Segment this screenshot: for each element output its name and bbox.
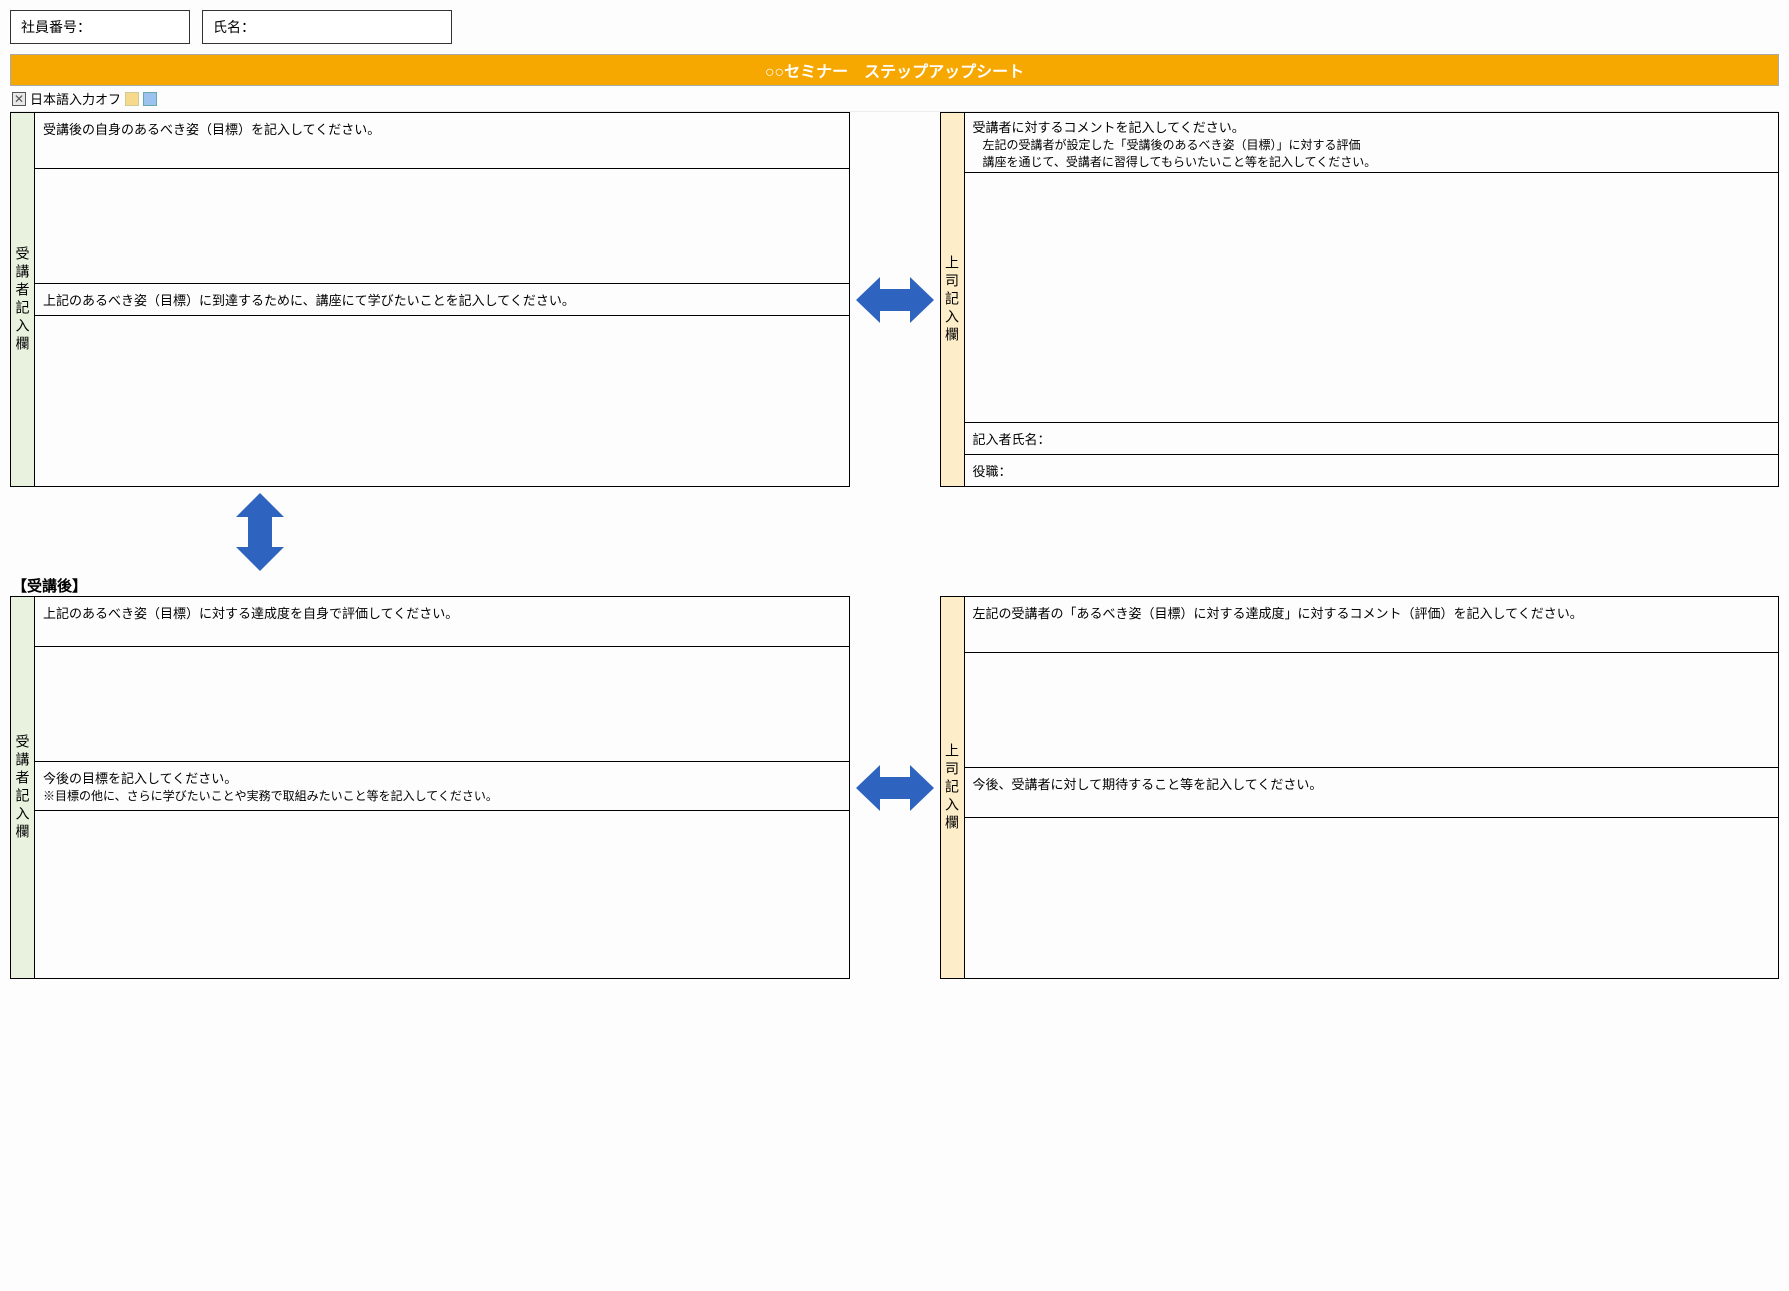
post-right-q1: 左記の受講者の「あるべき姿（目標）に対する達成度」に対するコメント（評価）を記入… xyxy=(965,597,1779,653)
pre-right-sub2: 講座を通じて、受講者に習得してもらいたいこと等を記入してください。 xyxy=(973,153,1771,170)
pre-left-a2[interactable] xyxy=(35,316,849,476)
post-right-a1[interactable] xyxy=(965,653,1779,768)
pre-left-panel: 受講者記入欄 受講後の自身のあるべき姿（目標）を記入してください。 上記のあるべ… xyxy=(10,112,850,487)
pre-left-a1[interactable] xyxy=(35,169,849,284)
double-arrow-h-icon xyxy=(856,265,934,335)
arrow-horizontal-1 xyxy=(850,112,940,487)
pre-left-q2: 上記のあるべき姿（目標）に到達するために、講座にて学びたいことを記入してください… xyxy=(35,284,849,316)
pre-right-panel: 上司記入欄 受講者に対するコメントを記入してください。 左記の受講者が設定した「… xyxy=(940,112,1780,487)
header-fields: 社員番号： 氏名： xyxy=(10,10,1779,44)
post-left-q2-sub: ※目標の他に、さらに学びたいことや実務で取組みたいこと等を記入してください。 xyxy=(43,787,841,804)
sheet-title: ○○セミナー ステップアップシート xyxy=(10,54,1779,86)
post-right-q2: 今後、受講者に対して期待すること等を記入してください。 xyxy=(965,768,1779,818)
name-box[interactable]: 氏名： xyxy=(202,10,452,44)
pre-right-header: 受講者に対するコメントを記入してください。 左記の受講者が設定した「受講後のある… xyxy=(965,113,1779,173)
arrow-horizontal-2 xyxy=(850,596,940,979)
pre-right-signer-role[interactable]: 役職： xyxy=(965,455,1779,486)
post-left-q1: 上記のあるべき姿（目標）に対する達成度を自身で評価してください。 xyxy=(35,597,849,647)
pre-right-header-main: 受講者に対するコメントを記入してください。 xyxy=(973,117,1771,136)
section-after-label: 【受講後】 xyxy=(10,575,1779,596)
note-icon xyxy=(125,92,139,106)
pre-left-label: 受講者記入欄 xyxy=(11,113,35,486)
block-post-course: 受講者記入欄 上記のあるべき姿（目標）に対する達成度を自身で評価してください。 … xyxy=(10,596,1779,979)
list-icon xyxy=(143,92,157,106)
post-left-label: 受講者記入欄 xyxy=(11,597,35,978)
ime-checkbox-icon: ✕ xyxy=(12,92,26,106)
pre-right-signer-name[interactable]: 記入者氏名： xyxy=(965,423,1779,455)
mid-spacer xyxy=(10,493,1779,571)
pre-left-q1: 受講後の自身のあるべき姿（目標）を記入してください。 xyxy=(35,113,849,169)
post-right-panel: 上司記入欄 左記の受講者の「あるべき姿（目標）に対する達成度」に対するコメント（… xyxy=(940,596,1780,979)
double-arrow-v-icon xyxy=(230,493,290,571)
pre-right-comment[interactable] xyxy=(965,173,1779,423)
post-left-a1[interactable] xyxy=(35,647,849,762)
employee-number-box[interactable]: 社員番号： xyxy=(10,10,190,44)
block-pre-course: 受講者記入欄 受講後の自身のあるべき姿（目標）を記入してください。 上記のあるべ… xyxy=(10,112,1779,487)
ime-status-row: ✕ 日本語入力オフ xyxy=(10,86,1779,112)
post-right-label: 上司記入欄 xyxy=(941,597,965,978)
pre-right-label: 上司記入欄 xyxy=(941,113,965,486)
post-left-q2-main: 今後の目標を記入してください。 xyxy=(43,768,841,787)
ime-status-text: 日本語入力オフ xyxy=(30,89,121,108)
pre-right-sub1: 左記の受講者が設定した「受講後のあるべき姿（目標）」に対する評価 xyxy=(973,136,1771,153)
post-right-a2[interactable] xyxy=(965,818,1779,978)
double-arrow-h-icon xyxy=(856,753,934,823)
post-left-a2[interactable] xyxy=(35,811,849,971)
post-left-panel: 受講者記入欄 上記のあるべき姿（目標）に対する達成度を自身で評価してください。 … xyxy=(10,596,850,979)
post-left-q2: 今後の目標を記入してください。 ※目標の他に、さらに学びたいことや実務で取組みた… xyxy=(35,762,849,811)
